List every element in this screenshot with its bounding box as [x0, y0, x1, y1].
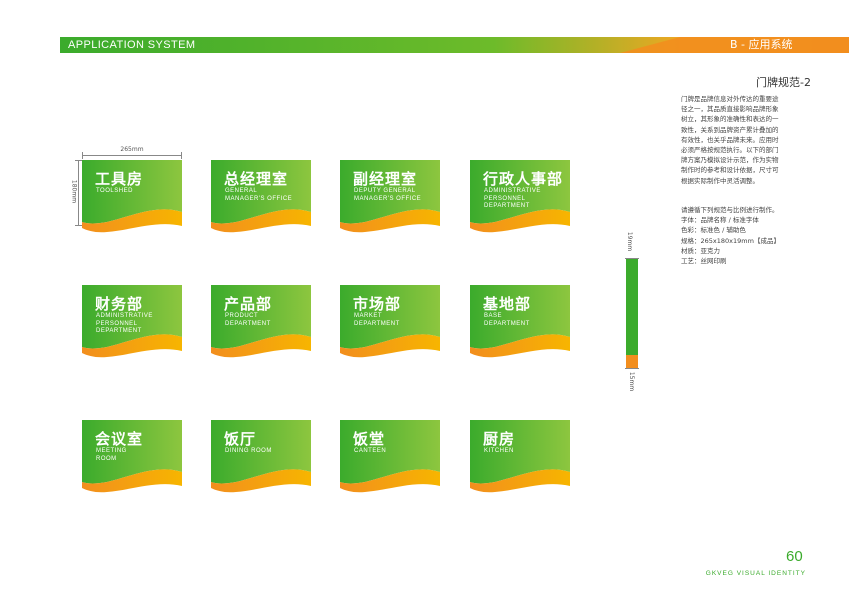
door-sign-title: 基地部 — [483, 295, 532, 313]
side-profile-base — [626, 355, 638, 368]
footer-brand: GKVEG VISUAL IDENTITY — [705, 570, 806, 577]
page-number: 60 — [786, 548, 803, 565]
header-band: APPLICATION SYSTEM B - 应用系统 — [60, 37, 849, 53]
door-sign: 饭堂 CANTEEN — [340, 420, 440, 498]
door-sign-english: TOOLSHED — [96, 188, 133, 194]
door-sign-title: 厨房 — [483, 430, 516, 448]
description-text: 门牌是品牌信息对外传达的重要途 径之一，其品质直接影响品牌形象 树立，其形象的准… — [681, 94, 803, 186]
door-sign: 副经理室 DEPUTY GENERAL MANAGER'S OFFICE — [340, 160, 440, 238]
door-sign: 总经理室 GENERAL MANAGER'S OFFICE — [211, 160, 311, 238]
door-sign: 行政人事部 ADMINISTRATIVE PERSONNEL DEPARTMENT — [470, 160, 570, 238]
description-line: 树立，其形象的准确性和表达的一 — [681, 115, 779, 124]
door-sign-title: 副经理室 — [353, 170, 418, 188]
width-dimension-label: 265mm — [120, 146, 144, 153]
height-dimension: 180mm — [70, 160, 82, 226]
door-sign-title: 财务部 — [95, 295, 144, 313]
door-sign-english: MEETING ROOM — [96, 448, 127, 462]
door-sign-title: 饭堂 — [353, 430, 386, 448]
description-line: 制作时的参考和设计依据，尺寸可 — [681, 166, 779, 175]
description-line: 必须严格按规范执行。以下的部门 — [681, 146, 779, 155]
door-sign-title: 产品部 — [224, 295, 273, 313]
description-line: 牌方案乃模拟设计示范，作为实物 — [681, 156, 779, 165]
door-sign-title: 饭厅 — [224, 430, 257, 448]
door-sign-english: DINING ROOM — [225, 448, 272, 454]
door-sign-english: GENERAL MANAGER'S OFFICE — [225, 188, 293, 202]
description-line: 致性，关系到品牌资产累计叠加的 — [681, 125, 779, 134]
door-sign-english: BASE DEPARTMENT — [484, 313, 530, 327]
door-sign: 饭厅 DINING ROOM — [211, 420, 311, 498]
door-sign-title: 总经理室 — [224, 170, 289, 188]
spec-line: 请遵循下列规范与比例进行制作。 — [681, 206, 779, 214]
door-sign-title: 工具房 — [95, 170, 144, 188]
header-right-title: B - 应用系统 — [730, 38, 793, 51]
door-sign-english: MARKET DEPARTMENT — [354, 313, 400, 327]
description-line: 有效性，也关乎品牌未来。应用时 — [681, 135, 779, 144]
description-line: 门牌是品牌信息对外传达的重要途 — [681, 95, 779, 103]
door-sign: 会议室 MEETING ROOM — [82, 420, 182, 498]
door-sign: 财务部 ADMINISTRATIVE PERSONNEL DEPARTMENT — [82, 285, 182, 363]
spec-text: 请遵循下列规范与比例进行制作。 字体：品牌名称 / 标准字体 色彩：标准色 / … — [681, 205, 811, 266]
door-sign-title: 会议室 — [95, 430, 144, 448]
base-tick-bottom — [625, 368, 639, 369]
door-sign-english: ADMINISTRATIVE PERSONNEL DEPARTMENT — [484, 188, 541, 209]
thickness-label: 19mm — [626, 231, 634, 252]
base-label: 15mm — [628, 371, 636, 392]
spec-line: 色彩：标准色 / 辅助色 — [681, 226, 746, 235]
spec-line: 材质：亚克力 — [681, 246, 720, 255]
description-line: 径之一，其品质直接影响品牌形象 — [681, 105, 779, 114]
door-sign: 工具房 TOOLSHED — [82, 160, 182, 238]
door-sign-english: KITCHEN — [484, 448, 514, 454]
door-sign-title: 市场部 — [353, 295, 402, 313]
page-subtitle: 门牌规范-2 — [756, 76, 811, 89]
door-sign-english: CANTEEN — [354, 448, 387, 454]
door-sign: 基地部 BASE DEPARTMENT — [470, 285, 570, 363]
description-line: 根据实际制作中灵活调整。 — [681, 176, 759, 185]
spec-line: 规格：265x180x19mm【成品】 — [681, 236, 780, 245]
door-sign: 产品部 PRODUCT DEPARTMENT — [211, 285, 311, 363]
spec-line: 字体：品牌名称 / 标准字体 — [681, 216, 759, 225]
door-sign-english: PRODUCT DEPARTMENT — [225, 313, 271, 327]
header-left-title: APPLICATION SYSTEM — [68, 39, 196, 51]
door-sign: 市场部 MARKET DEPARTMENT — [340, 285, 440, 363]
door-sign: 厨房 KITCHEN — [470, 420, 570, 498]
door-sign-english: DEPUTY GENERAL MANAGER'S OFFICE — [354, 188, 422, 202]
door-sign-english: ADMINISTRATIVE PERSONNEL DEPARTMENT — [96, 313, 153, 334]
height-dimension-label: 180mm — [70, 179, 78, 204]
door-sign-title: 行政人事部 — [483, 170, 564, 188]
spec-line: 工艺：丝网印刷 — [681, 257, 727, 266]
width-dimension: 265mm — [82, 146, 182, 159]
side-profile-panel — [626, 259, 638, 355]
